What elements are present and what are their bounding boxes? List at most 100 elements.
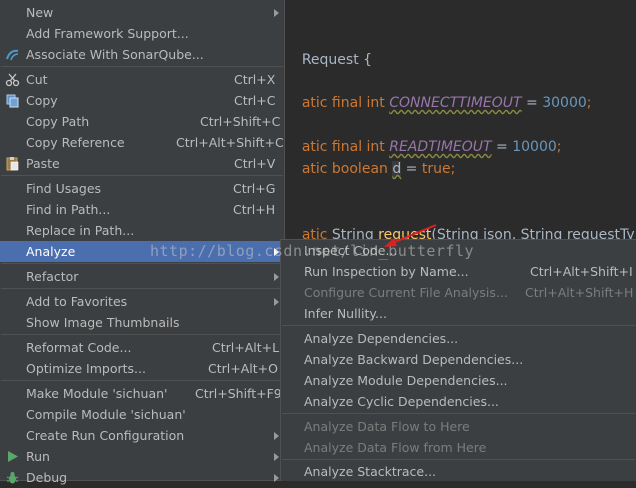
- code-line-class: Request {: [284, 36, 372, 84]
- menu-item-label: Optimize Imports...: [26, 361, 146, 376]
- code-variable: d: [392, 161, 402, 177]
- menu-separator: [1, 175, 283, 176]
- menu-item-copy-reference[interactable]: Copy Reference Ctrl+Alt+Shift+C: [0, 132, 284, 153]
- submenu-arrow-icon: [274, 9, 279, 17]
- menu-item-label: Copy Path: [26, 114, 90, 129]
- menu-item-label: Run: [26, 449, 50, 464]
- menu-item-shortcut: Ctrl+Alt+O: [208, 361, 278, 376]
- menu-item-replace-in-path[interactable]: Replace in Path...: [0, 220, 284, 241]
- menu-item-infer-nullity[interactable]: Infer Nullity...: [281, 303, 636, 324]
- menu-item-find-usages[interactable]: Find Usages Ctrl+G: [0, 178, 284, 199]
- code-constant: CONNECTTIMEOUT: [389, 95, 522, 111]
- menu-item-copy[interactable]: Copy Ctrl+C: [0, 90, 284, 111]
- menu-item-label: Find Usages: [26, 181, 102, 196]
- analyze-submenu: Inspect Code... Run Inspection by Name..…: [280, 239, 636, 481]
- menu-item-shortcut: Ctrl+Shift+F9: [195, 386, 282, 401]
- menu-separator: [1, 334, 283, 335]
- menu-item-debug[interactable]: Debug: [0, 467, 284, 488]
- code-text: Request {: [301, 52, 373, 68]
- code-keyword: atic boolean: [301, 161, 393, 177]
- menu-item-label: Refactor: [26, 269, 79, 284]
- menu-item-label: Analyze Dependencies...: [304, 331, 459, 346]
- menu-item-label: Configure Current File Analysis...: [304, 285, 508, 300]
- menu-item-analyze-dependencies[interactable]: Analyze Dependencies...: [281, 328, 636, 349]
- menu-item-shortcut: Ctrl+V: [234, 156, 276, 171]
- menu-item-shortcut: Ctrl+X: [234, 72, 276, 87]
- menu-item-label: Analyze Stacktrace...: [304, 464, 437, 479]
- debug-icon: [6, 472, 19, 484]
- menu-item-shortcut: Ctrl+Shift+C: [200, 114, 281, 129]
- menu-item-configure-current-file-analysis[interactable]: Configure Current File Analysis... Ctrl+…: [281, 282, 636, 303]
- annotation-arrow-icon: [384, 224, 437, 247]
- menu-item-optimize-imports[interactable]: Optimize Imports... Ctrl+Alt+O: [0, 358, 284, 379]
- menu-item-label: Analyze Data Flow to Here: [304, 419, 470, 434]
- menu-item-reformat-code[interactable]: Reformat Code... Ctrl+Alt+L: [0, 337, 284, 358]
- menu-item-shortcut: Ctrl+C: [234, 93, 276, 108]
- code-semicolon: ;: [586, 95, 592, 111]
- menu-item-compile-module[interactable]: Compile Module 'sichuan': [0, 404, 284, 425]
- menu-item-add-to-favorites[interactable]: Add to Favorites: [0, 291, 284, 312]
- menu-separator: [282, 459, 635, 460]
- code-semicolon: ;: [450, 161, 456, 177]
- submenu-arrow-icon: [274, 432, 279, 440]
- menu-separator: [1, 288, 283, 289]
- menu-item-shortcut: Ctrl+G: [233, 181, 276, 196]
- menu-item-shortcut: Ctrl+Alt+Shift+H: [525, 285, 634, 300]
- menu-item-analyze-cyclic-dependencies[interactable]: Analyze Cyclic Dependencies...: [281, 391, 636, 412]
- menu-item-run[interactable]: Run: [0, 446, 284, 467]
- menu-item-label: Debug: [26, 470, 68, 485]
- submenu-arrow-icon: [274, 453, 279, 461]
- menu-item-label: New: [26, 5, 54, 20]
- menu-item-label: Associate With SonarQube...: [26, 47, 204, 62]
- copy-icon: [6, 94, 19, 108]
- menu-item-shortcut: Ctrl+Alt+L: [212, 340, 280, 355]
- menu-item-find-in-path[interactable]: Find in Path... Ctrl+H: [0, 199, 284, 220]
- menu-item-copy-path[interactable]: Copy Path Ctrl+Shift+C: [0, 111, 284, 132]
- menu-item-paste[interactable]: Paste Ctrl+V: [0, 153, 284, 174]
- code-operator: =: [491, 139, 513, 155]
- menu-item-label: Infer Nullity...: [304, 306, 387, 321]
- menu-item-analyze-stacktrace[interactable]: Analyze Stacktrace...: [281, 461, 636, 482]
- code-number: 10000: [512, 139, 557, 155]
- code-line-boolean: atic boolean d = true;: [284, 145, 455, 193]
- menu-separator: [1, 66, 283, 67]
- menu-item-label: Add Framework Support...: [26, 26, 189, 41]
- menu-item-cut[interactable]: Cut Ctrl+X: [0, 69, 284, 90]
- menu-item-make-module[interactable]: Make Module 'sichuan' Ctrl+Shift+F9: [0, 383, 284, 404]
- menu-item-label: Add to Favorites: [26, 294, 128, 309]
- menu-item-analyze-backward-dependencies[interactable]: Analyze Backward Dependencies...: [281, 349, 636, 370]
- menu-item-shortcut: Ctrl+H: [233, 202, 276, 217]
- menu-item-label: Reformat Code...: [26, 340, 132, 355]
- menu-item-label: Analyze Data Flow from Here: [304, 440, 487, 455]
- menu-item-analyze-module-dependencies[interactable]: Analyze Module Dependencies...: [281, 370, 636, 391]
- menu-item-label: Create Run Configuration: [26, 428, 185, 443]
- scissors-icon: [5, 73, 20, 87]
- menu-item-label: Copy Reference: [26, 135, 125, 150]
- menu-item-create-run-configuration[interactable]: Create Run Configuration: [0, 425, 284, 446]
- menu-item-analyze-data-flow-to-here[interactable]: Analyze Data Flow to Here: [281, 416, 636, 437]
- menu-item-new[interactable]: New: [0, 2, 284, 23]
- code-line-connect-timeout: atic final int CONNECTTIMEOUT = 30000;: [284, 79, 592, 127]
- menu-item-shortcut: Ctrl+Alt+Shift+I: [530, 264, 633, 279]
- menu-item-label: Replace in Path...: [26, 223, 135, 238]
- code-boolean-value: true: [421, 161, 451, 177]
- menu-item-add-framework-support[interactable]: Add Framework Support...: [0, 23, 284, 44]
- submenu-arrow-icon: [274, 273, 279, 281]
- menu-item-label: Copy: [26, 93, 58, 108]
- sonarqube-icon: [6, 49, 19, 61]
- menu-item-label: Analyze Backward Dependencies...: [304, 352, 524, 367]
- menu-item-label: Run Inspection by Name...: [304, 264, 469, 279]
- menu-separator: [1, 380, 283, 381]
- menu-item-show-image-thumbnails[interactable]: Show Image Thumbnails: [0, 312, 284, 333]
- menu-item-shortcut: Ctrl+Alt+Shift+C: [176, 135, 284, 150]
- paste-icon: [6, 157, 19, 171]
- run-icon: [8, 451, 18, 462]
- menu-item-run-inspection-by-name[interactable]: Run Inspection by Name... Ctrl+Alt+Shift…: [281, 261, 636, 282]
- menu-item-refactor[interactable]: Refactor: [0, 266, 284, 287]
- menu-item-label: Paste: [26, 156, 60, 171]
- menu-item-associate-sonarqube[interactable]: Associate With SonarQube...: [0, 44, 284, 65]
- menu-item-label: Find in Path...: [26, 202, 111, 217]
- code-keyword: atic final int: [301, 95, 390, 111]
- menu-item-label: Cut: [26, 72, 48, 87]
- menu-item-analyze-data-flow-from-here[interactable]: Analyze Data Flow from Here: [281, 437, 636, 458]
